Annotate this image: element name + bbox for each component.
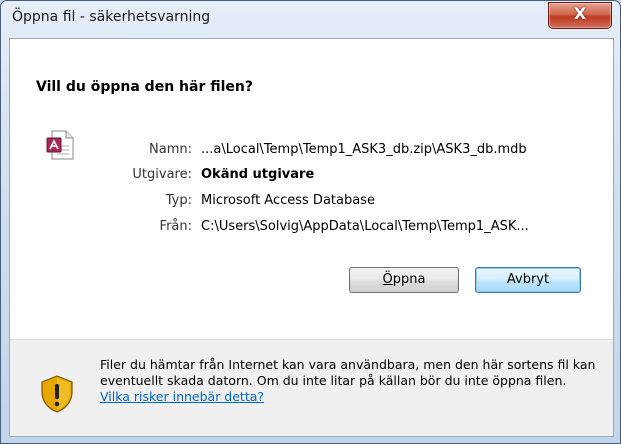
window-title: Öppna fil - säkerhetsvarning [12, 9, 211, 25]
name-label: Namn: [149, 142, 192, 157]
publisher-label: Utgivare: [132, 167, 192, 182]
open-button-mnemonic: Ö [382, 272, 393, 287]
risks-link[interactable]: Vilka risker innebär detta? [100, 389, 264, 404]
type-value: Microsoft Access Database [201, 193, 375, 208]
dialog-content: Vill du öppna den här filen? Namn: ...a\… [9, 38, 614, 437]
from-value: C:\Users\Solvig\AppData\Local\Temp\Temp1… [201, 219, 529, 234]
type-label: Typ: [165, 193, 192, 208]
warning-message: Filer du hämtar från Internet kan vara a… [100, 357, 596, 388]
from-label: Från: [159, 219, 192, 234]
security-warning-shield-icon [41, 375, 73, 413]
dialog-heading: Vill du öppna den här filen? [36, 79, 253, 95]
close-icon: X [573, 4, 587, 23]
open-button-label: ppna [392, 272, 426, 287]
warning-text: Filer du hämtar från Internet kan vara a… [100, 357, 600, 405]
title-bar[interactable]: Öppna fil - säkerhetsvarning X [1, 1, 620, 35]
close-button[interactable]: X [548, 2, 612, 29]
name-value: ...a\Local\Temp\Temp1_ASK3_db.zip\ASK3_d… [201, 142, 527, 157]
cancel-button[interactable]: Avbryt [475, 267, 581, 293]
open-button[interactable]: Öppna [349, 267, 459, 293]
security-warning-dialog: Öppna fil - säkerhetsvarning X Vill du ö… [0, 0, 621, 444]
publisher-value: Okänd utgivare [201, 167, 315, 182]
access-file-icon [46, 130, 74, 160]
warning-footer: Filer du hämtar från Internet kan vara a… [10, 340, 613, 436]
